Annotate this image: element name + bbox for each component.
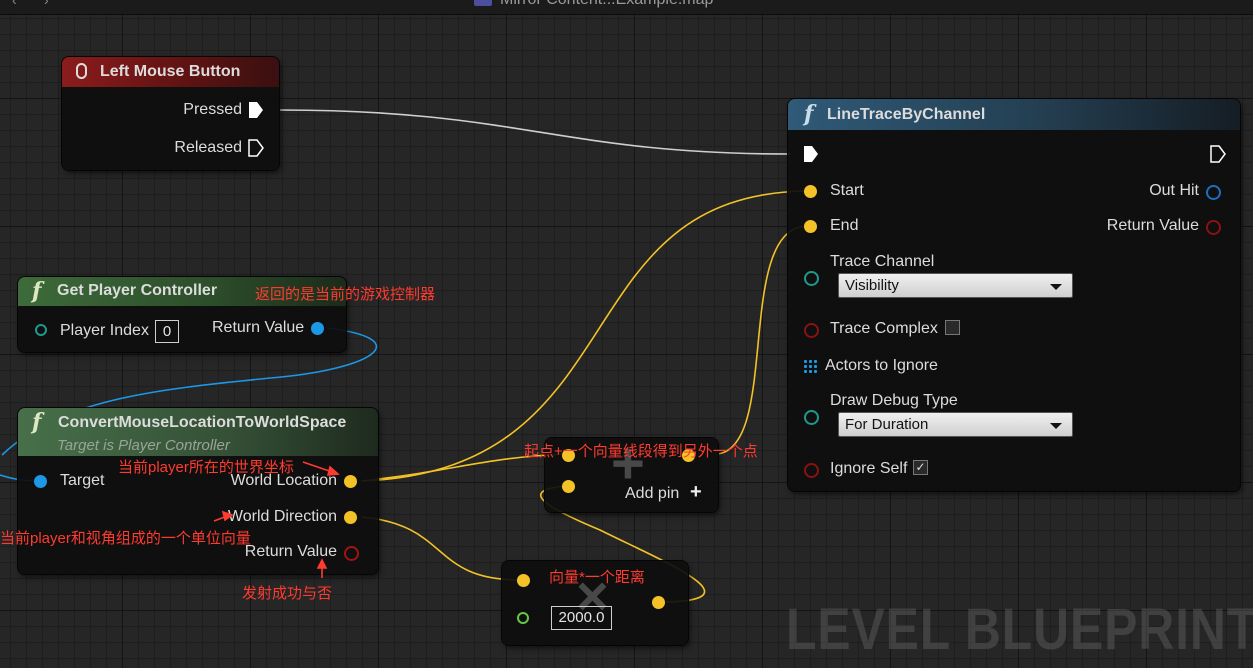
world-direction-pin[interactable] [344,511,357,524]
pin-label-return-value: Return Value [1106,217,1199,234]
pin-label-actors-to-ignore: Actors to Ignore [825,357,938,374]
multiply-input-float-pin[interactable] [517,612,529,624]
left-mouse-button-node[interactable]: Left Mouse Button Pressed Released [62,57,279,170]
pin-label-draw-debug-type: Draw Debug Type [830,392,958,409]
node-subtitle: Target is Player Controller [57,437,230,454]
out-hit-pin[interactable] [1206,185,1221,200]
pin-label-end: End [830,217,859,234]
pin-label-released: Released [174,139,242,156]
trace-channel-pin[interactable] [804,271,819,286]
add-pin-label[interactable]: Add pin [625,485,679,503]
function-icon: f [32,278,42,304]
editor-top-bar: ‹ › Mirror Content...Example.map [0,0,1253,15]
map-title[interactable]: Mirror Content...Example.map [500,0,713,9]
pin-label-ignore-self: Ignore Self [830,460,908,477]
mouse-icon [76,63,87,79]
pin-label-world-direction: World Direction [227,508,337,525]
function-icon: f [804,101,814,127]
annotation-world-location: 当前player所在的世界坐标 [118,459,294,476]
annotation-multiply: 向量*一个距离 [549,569,645,586]
return-value-pin[interactable] [1206,220,1221,235]
exec-out-pin-pressed[interactable] [248,101,264,119]
exec-out-pin[interactable] [1210,145,1226,163]
trace-complex-pin[interactable] [804,323,819,338]
map-icon [474,0,492,6]
pin-label-out-hit: Out Hit [1149,182,1199,199]
node-title: Get Player Controller [57,282,218,299]
node-title: ConvertMouseLocationToWorldSpace [58,414,347,431]
annotation-world-direction: 当前player和视角组成的一个单位向量 [0,530,251,547]
back-icon[interactable]: ‹ [12,0,28,8]
pin-label-trace-complex: Trace Complex [830,320,938,337]
pin-label-player-index: Player Index [60,322,149,339]
multiply-input-vector-pin[interactable] [517,574,530,587]
add-pin-icon[interactable]: + [690,481,702,504]
pin-label-return-value: Return Value [244,543,337,560]
target-pin[interactable] [34,475,47,488]
end-pin[interactable] [804,220,817,233]
draw-debug-type-pin[interactable] [804,410,819,425]
trace-complex-checkbox[interactable] [945,320,960,335]
pin-label-target: Target [60,472,105,489]
return-value-pin[interactable] [311,322,324,335]
trace-channel-value: Visibility [845,277,899,294]
multiply-float-field[interactable]: 2000.0 [551,606,612,630]
array-pin-icon[interactable] [803,359,818,374]
pin-label-start: Start [830,182,864,199]
forward-icon[interactable]: › [44,0,60,8]
pin-label-pressed: Pressed [183,101,242,118]
draw-debug-type-dropdown[interactable]: For Duration [838,412,1073,437]
exec-out-pin-released[interactable] [248,139,264,157]
exec-in-pin[interactable] [803,145,819,163]
annotation-add: 起点+一个向量线段得到另外一个点 [524,443,758,460]
annotation-return-value: 发射成功与否 [242,585,333,602]
annotation-get-controller: 返回的是当前的游戏控制器 [255,286,436,303]
player-index-pin[interactable] [35,324,47,336]
pin-label-return-value: Return Value [212,319,305,336]
node-title: Left Mouse Button [100,63,241,80]
function-icon: f [32,409,42,435]
chevron-down-icon [1050,423,1062,429]
draw-debug-type-value: For Duration [845,416,929,433]
world-location-pin[interactable] [344,475,357,488]
line-trace-by-channel-node[interactable]: f LineTraceByChannel Start Out Hit End R… [788,99,1240,491]
trace-channel-dropdown[interactable]: Visibility [838,273,1073,298]
chevron-down-icon [1050,284,1062,290]
ignore-self-checkbox[interactable]: ✓ [913,460,928,475]
return-value-pin[interactable] [344,546,359,561]
add-input-b-pin[interactable] [562,480,575,493]
start-pin[interactable] [804,185,817,198]
convert-mouse-location-node[interactable]: f ConvertMouseLocationToWorldSpace Targe… [18,408,378,574]
ignore-self-pin[interactable] [804,463,819,478]
level-blueprint-watermark: LEVEL BLUEPRINT [786,597,1253,662]
pin-label-trace-channel: Trace Channel [830,253,935,270]
node-title: LineTraceByChannel [827,106,986,123]
player-index-field[interactable]: 0 [155,320,179,343]
multiply-output-pin[interactable] [652,596,665,609]
